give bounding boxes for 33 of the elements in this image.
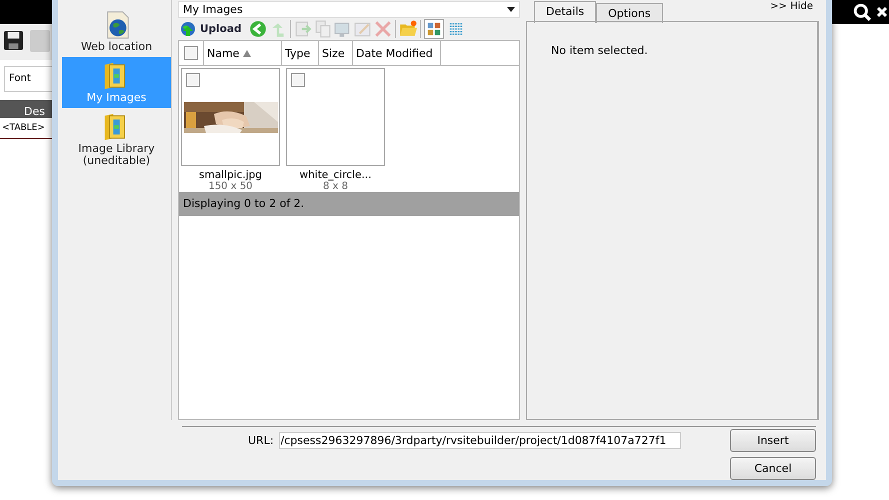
column-header[interactable]: Type — [282, 41, 319, 65]
hide-link[interactable]: >> Hide — [770, 1, 819, 12]
thumbnail-card[interactable] — [286, 68, 385, 166]
upload-button[interactable]: Upload — [178, 21, 248, 37]
url-field[interactable]: /cpsess2963297896/3rdparty/rvsitebuilder/project/1d087f4107a727f1 — [278, 432, 681, 448]
file-name: smallpic.jpg — [199, 169, 262, 181]
column-header[interactable]: Date Modified — [353, 41, 441, 65]
file-checkbox[interactable] — [186, 73, 200, 87]
save-icon[interactable] — [3, 30, 24, 51]
sidebar-item[interactable]: Image Library (uneditable) — [62, 108, 171, 171]
caret-icon — [507, 7, 515, 12]
url-label: URL: — [248, 434, 274, 446]
column-header[interactable]: Name — [204, 41, 282, 65]
select-all-checkbox[interactable] — [184, 46, 198, 60]
folder-icon[interactable] — [399, 20, 418, 38]
panel-tab[interactable]: Details — [534, 1, 596, 23]
image-dimensions: 8 x 8 — [323, 181, 348, 192]
status-bar: Displaying 0 to 2 of 2. — [179, 192, 519, 216]
dialog-button[interactable]: Cancel — [730, 457, 816, 480]
details-message: No item selected. — [550, 43, 649, 57]
file-name: white_circle... — [300, 169, 372, 181]
search-icon[interactable] — [853, 3, 871, 21]
panel-tab[interactable]: Options — [596, 3, 663, 23]
dialog-button[interactable]: Insert — [730, 429, 816, 452]
thumbnail-card[interactable] — [181, 68, 280, 166]
image-dimensions: 150 x 50 — [208, 181, 253, 192]
list-view-icon[interactable] — [449, 22, 464, 36]
file-checkbox[interactable] — [291, 73, 305, 87]
folder-dropdown[interactable]: My Images — [178, 1, 520, 18]
sidebar-item[interactable]: Web location — [62, 6, 171, 57]
column-header[interactable]: Size — [319, 41, 353, 65]
toolbar-button[interactable] — [30, 30, 50, 52]
sort-ascending-icon — [243, 50, 252, 56]
